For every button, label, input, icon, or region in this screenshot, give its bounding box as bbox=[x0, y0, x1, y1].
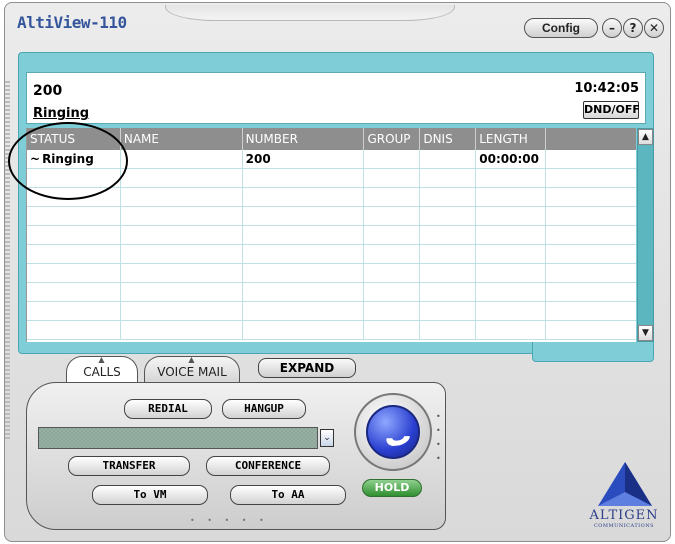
annotation-ellipse bbox=[8, 122, 128, 200]
tab-grip-icon: ▲ bbox=[98, 355, 106, 364]
tab-voice-mail[interactable]: ▲ VOICE MAIL bbox=[144, 355, 240, 382]
phone-handset-icon bbox=[386, 436, 410, 447]
empty-row bbox=[27, 283, 636, 302]
altigen-logo-text: ALTIGEN COMMUNICATIONS bbox=[586, 508, 662, 529]
title-tab-decoration bbox=[165, 5, 455, 21]
column-header-number[interactable]: NUMBER bbox=[243, 128, 365, 150]
call-info-panel: 200 Ringing 10:42:05 DND/OFF bbox=[26, 72, 646, 124]
cell-name bbox=[121, 150, 243, 168]
column-header-length[interactable]: LENGTH bbox=[476, 128, 547, 150]
cell-extra bbox=[546, 150, 636, 168]
column-header-group[interactable]: GROUP bbox=[364, 128, 421, 150]
side-grip-icon: • • • • bbox=[436, 412, 441, 463]
grid-scrollbar[interactable]: ▲ ▼ bbox=[637, 128, 654, 342]
hangup-button[interactable]: HANGUP bbox=[222, 399, 306, 419]
minimize-button[interactable]: – bbox=[602, 18, 622, 38]
left-edge-grip bbox=[5, 81, 10, 441]
to-aa-button[interactable]: To AA bbox=[230, 485, 346, 505]
cell-length: 00:00:00 bbox=[476, 150, 547, 168]
logo-tagline: COMMUNICATIONS bbox=[593, 523, 655, 529]
extension-number: 200 bbox=[33, 83, 63, 99]
app-title: AltiView-110 bbox=[17, 13, 127, 32]
scroll-up-arrow-icon[interactable]: ▲ bbox=[638, 129, 653, 145]
cell-number: 200 bbox=[243, 150, 365, 168]
transfer-button[interactable]: TRANSFER bbox=[68, 456, 190, 476]
dial-number-input[interactable] bbox=[38, 427, 318, 449]
hold-button[interactable]: HOLD bbox=[362, 479, 422, 497]
tab-calls-label: CALLS bbox=[83, 365, 121, 379]
tab-voice-mail-label: VOICE MAIL bbox=[157, 365, 227, 379]
help-button[interactable]: ? bbox=[623, 18, 643, 38]
to-vm-button[interactable]: To VM bbox=[92, 485, 208, 505]
call-status: Ringing bbox=[33, 106, 90, 121]
column-header-extra[interactable] bbox=[546, 128, 636, 150]
bottom-grip-icon: • • • • • bbox=[190, 516, 269, 525]
redial-button[interactable]: REDIAL bbox=[124, 399, 212, 419]
empty-row bbox=[27, 302, 636, 321]
empty-row bbox=[27, 321, 636, 340]
column-header-dnis[interactable]: DNIS bbox=[420, 128, 477, 150]
conference-button[interactable]: CONFERENCE bbox=[206, 456, 330, 476]
tab-grip-icon: ▲ bbox=[188, 355, 196, 364]
config-button[interactable]: Config bbox=[524, 18, 598, 38]
cell-group bbox=[364, 150, 421, 168]
dnd-button[interactable]: DND/OFF bbox=[583, 101, 640, 119]
close-button[interactable]: ✕ bbox=[644, 18, 664, 38]
logo-name: ALTIGEN bbox=[589, 508, 659, 523]
empty-row bbox=[27, 226, 636, 245]
cell-dnis bbox=[420, 150, 477, 168]
clock-time: 10:42:05 bbox=[574, 81, 639, 96]
empty-row bbox=[27, 264, 636, 283]
empty-row bbox=[27, 245, 636, 264]
column-header-name[interactable]: NAME bbox=[121, 128, 243, 150]
title-bar[interactable]: AltiView-110 Config – ? ✕ bbox=[5, 3, 670, 43]
dial-dropdown-arrow-icon[interactable]: ⌄ bbox=[320, 429, 334, 447]
scroll-down-arrow-icon[interactable]: ▼ bbox=[638, 325, 653, 341]
expand-button[interactable]: EXPAND bbox=[258, 358, 356, 378]
answer-phone-button[interactable] bbox=[366, 405, 420, 459]
empty-row bbox=[27, 207, 636, 226]
tab-calls[interactable]: ▲ CALLS bbox=[66, 355, 138, 382]
empty-row bbox=[27, 188, 636, 207]
